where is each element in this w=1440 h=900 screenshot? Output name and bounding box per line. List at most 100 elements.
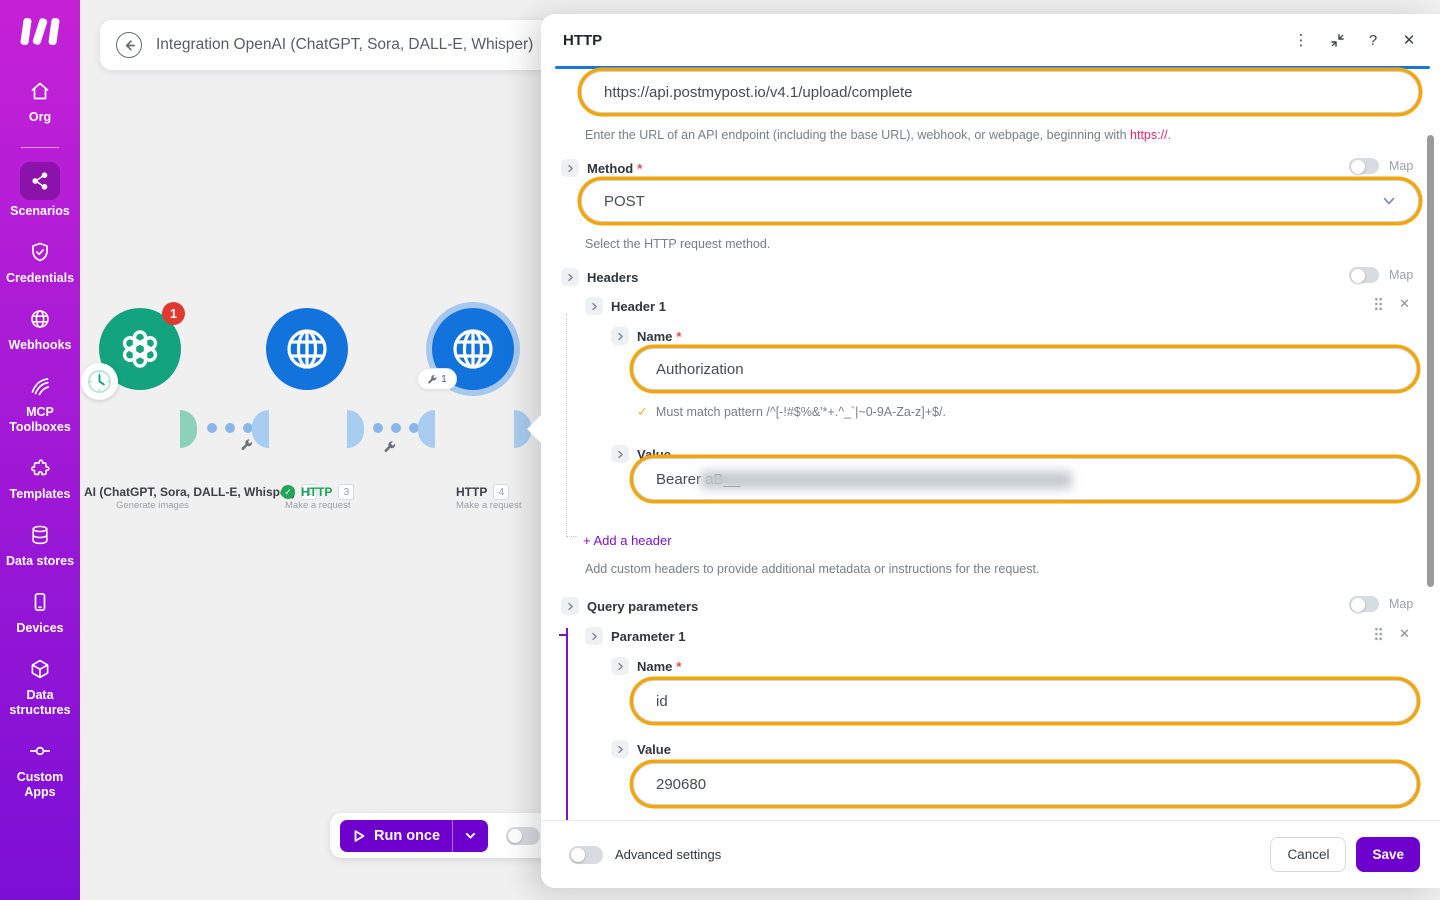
header1-row: Header 1 xyxy=(585,296,666,316)
module-openai[interactable]: 1 xyxy=(99,308,181,390)
collapse-minus-icon[interactable] xyxy=(559,634,568,636)
openai-logo-icon xyxy=(115,324,165,374)
close-icon[interactable]: ✕ xyxy=(1400,31,1418,49)
globe-icon xyxy=(449,325,497,373)
wrench-icon[interactable] xyxy=(240,438,254,452)
run-once-button[interactable]: Run once xyxy=(340,820,488,852)
module-sub-openai: Generate images xyxy=(116,500,189,511)
save-button[interactable]: Save xyxy=(1356,837,1420,872)
panel-pointer xyxy=(527,415,541,443)
error-count-badge[interactable]: 1 xyxy=(162,302,185,325)
remove-parameter-icon[interactable]: ✕ xyxy=(1399,626,1410,642)
run-options-chevron[interactable] xyxy=(453,829,488,842)
expand-chevron-icon[interactable] xyxy=(561,159,579,177)
globe-icon xyxy=(283,325,331,373)
expand-chevron-icon[interactable] xyxy=(611,327,629,345)
connection-dots xyxy=(207,423,253,433)
home-icon xyxy=(21,76,59,106)
expand-chevron-icon[interactable] xyxy=(611,740,629,758)
expand-chevron-icon[interactable] xyxy=(585,627,603,645)
collapse-icon[interactable] xyxy=(1328,31,1346,49)
expand-chevron-icon[interactable] xyxy=(611,445,629,463)
param-value-input[interactable]: 290680 xyxy=(633,763,1417,805)
back-button[interactable] xyxy=(116,32,142,58)
sidebar-item-data-stores[interactable]: Data stores xyxy=(1,520,79,569)
scenario-header-bar: Integration OpenAI (ChatGPT, Sora, DALL-… xyxy=(100,20,550,70)
http-settings-panel: HTTP ⋮ ? ✕ https://api.postmypost.io/v4.… xyxy=(541,14,1440,888)
chevron-down-icon xyxy=(1382,194,1396,208)
tree-line xyxy=(566,314,567,536)
map-toggle[interactable] xyxy=(1349,596,1379,612)
globe-icon xyxy=(21,304,59,334)
database-icon xyxy=(21,520,59,550)
valid-check-icon: ✓ xyxy=(637,404,648,420)
panel-title: HTTP xyxy=(563,32,602,49)
module-label-http3: ✓ HTTP 3 xyxy=(281,484,354,500)
method-map-control: Map xyxy=(1349,158,1413,174)
headers-map-control: Map xyxy=(1349,267,1413,283)
sidebar-item-custom-apps[interactable]: Custom Apps xyxy=(1,736,79,800)
query-map-control: Map xyxy=(1349,596,1413,612)
map-toggle[interactable] xyxy=(1349,267,1379,283)
scheduling-toggle[interactable] xyxy=(506,827,540,845)
expand-chevron-icon[interactable] xyxy=(561,268,579,286)
drag-handle-icon[interactable] xyxy=(1374,627,1383,641)
parameter1-controls: ✕ xyxy=(1374,626,1410,642)
method-row: Method * xyxy=(561,158,642,178)
sidebar-item-credentials[interactable]: Credentials xyxy=(1,237,79,286)
schedule-clock-icon[interactable] xyxy=(81,363,118,400)
method-select[interactable]: POST xyxy=(581,180,1419,222)
header-value-input[interactable]: Bearer aB__ xyxy=(633,458,1417,500)
sidebar-item-org[interactable]: Org xyxy=(1,76,79,125)
param-name-input[interactable]: id xyxy=(633,680,1417,722)
help-icon[interactable]: ? xyxy=(1364,31,1382,49)
module-sub-http3: Make a request xyxy=(285,500,350,511)
map-toggle[interactable] xyxy=(1349,158,1379,174)
sidebar-item-data-structures[interactable]: Data structures xyxy=(1,654,79,718)
connector-out xyxy=(180,410,197,448)
connector-in xyxy=(252,410,269,448)
url-input[interactable]: https://api.postmypost.io/v4.1/upload/co… xyxy=(581,71,1419,113)
cancel-button[interactable]: Cancel xyxy=(1270,837,1346,872)
expand-chevron-icon[interactable] xyxy=(561,597,579,615)
expand-chevron-icon[interactable] xyxy=(611,657,629,675)
header-name-input[interactable]: Authorization xyxy=(633,348,1417,390)
connector-in xyxy=(418,410,435,448)
module-http-3[interactable] xyxy=(266,308,348,390)
headers-row: Headers xyxy=(561,267,638,287)
param-value-row: Value xyxy=(611,739,671,759)
sidebar: Org Scenarios Credentials Webhooks MCP T… xyxy=(0,0,80,900)
drag-handle-icon[interactable] xyxy=(1374,297,1383,311)
sidebar-item-templates[interactable]: Templates xyxy=(1,453,79,502)
advanced-settings-toggle[interactable] xyxy=(569,846,603,864)
cube-icon xyxy=(21,654,59,684)
sidebar-item-devices[interactable]: Devices xyxy=(1,587,79,636)
panel-footer: Advanced settings Cancel Save xyxy=(541,820,1440,888)
wrench-icon[interactable] xyxy=(383,440,397,454)
sidebar-item-scenarios[interactable]: Scenarios xyxy=(1,162,79,219)
sidebar-item-mcp-toolboxes[interactable]: MCP Toolboxes xyxy=(1,371,79,435)
module-label-http4: HTTP 4 xyxy=(456,484,509,500)
expand-chevron-icon[interactable] xyxy=(585,297,603,315)
scenario-name[interactable]: Integration OpenAI (ChatGPT, Sora, DALL-… xyxy=(156,36,533,54)
layers-icon xyxy=(21,371,59,401)
header-name-row: Name * xyxy=(611,326,681,346)
success-check-icon: ✓ xyxy=(281,485,295,499)
url-help: Enter the URL of an API endpoint (includ… xyxy=(585,128,1171,142)
node-icon xyxy=(21,736,59,766)
share-nodes-icon xyxy=(20,162,60,200)
make-logo[interactable] xyxy=(17,14,63,50)
puzzle-icon xyxy=(21,453,59,483)
remove-header-icon[interactable]: ✕ xyxy=(1399,296,1410,312)
panel-scrollbar[interactable] xyxy=(1427,135,1434,587)
module-sub-http4: Make a request xyxy=(456,500,521,511)
phone-icon xyxy=(21,587,59,617)
headers-help: Add custom headers to provide additional… xyxy=(585,562,1039,576)
kebab-menu-icon[interactable]: ⋮ xyxy=(1292,31,1310,49)
add-header-link[interactable]: + Add a header xyxy=(583,533,672,548)
header1-controls: ✕ xyxy=(1374,296,1410,312)
sidebar-item-webhooks[interactable]: Webhooks xyxy=(1,304,79,353)
pattern-note: ✓ Must match pattern /^[-!#$%&'*+.^_`|~0… xyxy=(637,404,946,420)
module-number-badge: 3 xyxy=(338,484,354,500)
shield-check-icon xyxy=(21,237,59,267)
